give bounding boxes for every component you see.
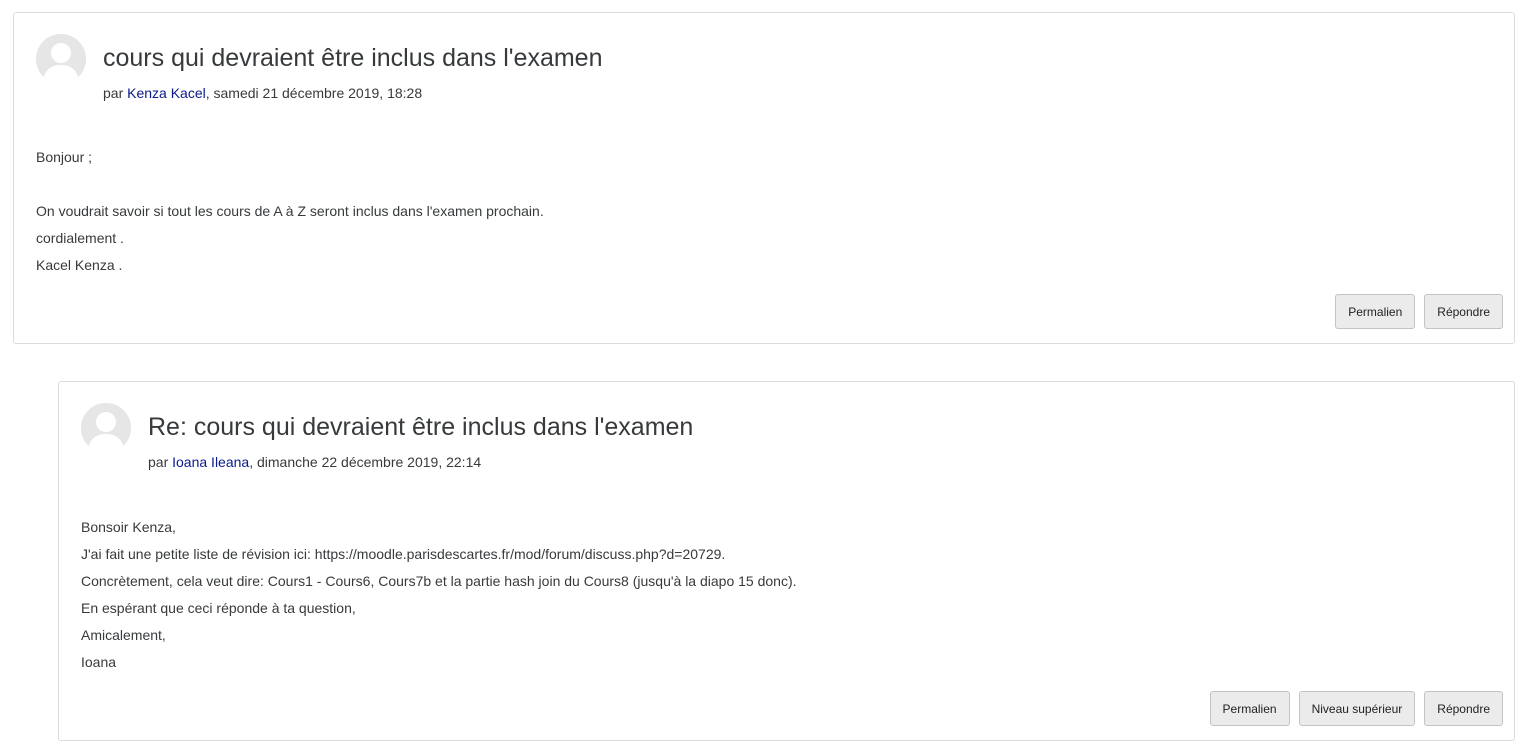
- forum-post: cours qui devraient être inclus dans l'e…: [13, 12, 1515, 344]
- post-body-line: Bonjour ;: [36, 149, 93, 165]
- user-avatar-icon[interactable]: [81, 403, 131, 453]
- author-link[interactable]: Ioana Ileana: [172, 454, 249, 470]
- post-body-line: cordialement .: [36, 230, 124, 246]
- by-prefix: par: [148, 454, 173, 470]
- post-date: , samedi 21 décembre 2019, 18:28: [205, 85, 423, 101]
- post-author-line: par Ioana Ileana, dimanche 22 décembre 2…: [148, 453, 481, 471]
- post-body: Bonjour ; On voudrait savoir si tout les…: [36, 144, 544, 279]
- user-avatar-icon[interactable]: [36, 34, 86, 84]
- post-subject: cours qui devraient être inclus dans l'e…: [103, 44, 603, 72]
- permalink-button[interactable]: Permalien: [1335, 294, 1416, 329]
- post-body-line: Ioana: [81, 654, 117, 670]
- post-subject: Re: cours qui devraient être inclus dans…: [148, 413, 694, 441]
- post-actions: Permalien Niveau supérieur Répondre: [1209, 691, 1503, 726]
- reply-button[interactable]: Répondre: [1424, 294, 1503, 329]
- parent-level-button[interactable]: Niveau supérieur: [1298, 691, 1416, 726]
- post-body-line: On voudrait savoir si tout les cours de …: [36, 203, 544, 219]
- post-date: , dimanche 22 décembre 2019, 22:14: [249, 454, 482, 470]
- by-prefix: par: [103, 85, 128, 101]
- post-author-line: par Kenza Kacel, samedi 21 décembre 2019…: [103, 84, 422, 102]
- post-actions: Permalien Répondre: [1335, 294, 1503, 329]
- post-body-line: Bonsoir Kenza,: [81, 519, 176, 535]
- post-body-line: Concrètement, cela veut dire: Cours1 - C…: [81, 573, 797, 589]
- permalink-button[interactable]: Permalien: [1209, 691, 1290, 726]
- post-body-line: Amicalement,: [81, 627, 166, 643]
- post-body: Bonsoir Kenza, J'ai fait une petite list…: [81, 514, 797, 676]
- reply-button[interactable]: Répondre: [1424, 691, 1503, 726]
- post-body-line: J'ai fait une petite liste de révision i…: [81, 546, 726, 562]
- author-link[interactable]: Kenza Kacel: [127, 85, 206, 101]
- post-body-line: En espérant que ceci réponde à ta questi…: [81, 600, 356, 616]
- forum-post-reply: Re: cours qui devraient être inclus dans…: [58, 381, 1515, 741]
- post-body-line: Kacel Kenza .: [36, 257, 123, 273]
